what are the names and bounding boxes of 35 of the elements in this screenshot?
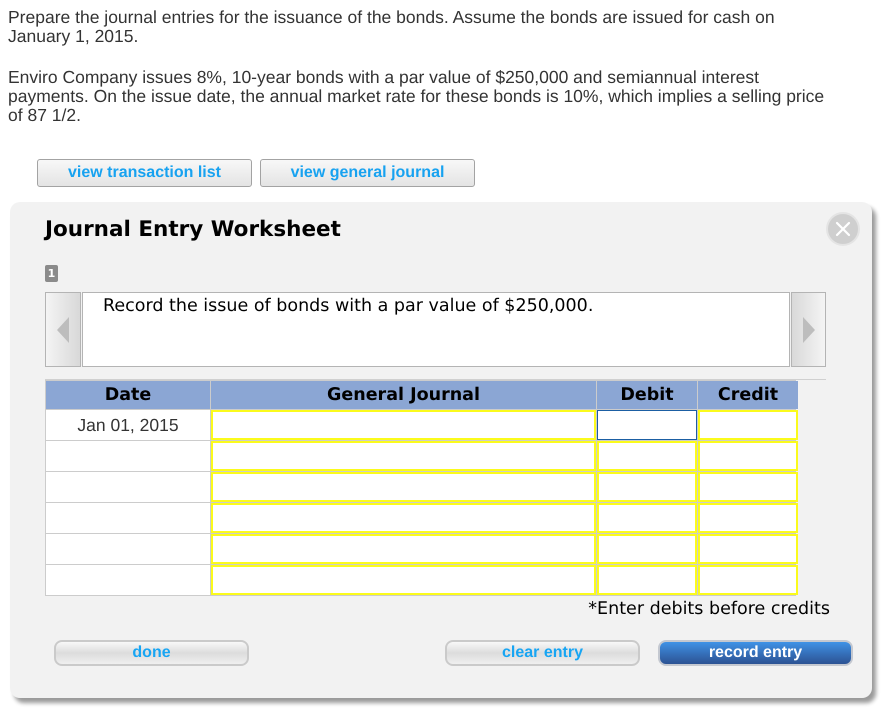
- column-header: Date: [46, 381, 210, 409]
- credit-input[interactable]: [698, 534, 798, 564]
- worksheet-title: Journal Entry Worksheet: [45, 217, 341, 243]
- account-input[interactable]: [211, 472, 596, 502]
- column-header: General Journal: [211, 381, 596, 409]
- previous-button[interactable]: [45, 292, 81, 367]
- next-button[interactable]: [791, 292, 826, 367]
- account-input[interactable]: [211, 410, 596, 440]
- close-icon: [835, 221, 851, 237]
- left-arrow-icon: [57, 316, 69, 342]
- credit-input[interactable]: [698, 565, 798, 595]
- account-input[interactable]: [211, 534, 596, 564]
- credit-input[interactable]: [698, 441, 798, 471]
- step-badge[interactable]: 1: [45, 265, 58, 282]
- column-header: Debit: [597, 381, 697, 409]
- account-input[interactable]: [211, 441, 596, 471]
- column-header: Credit: [698, 381, 798, 409]
- account-input[interactable]: [211, 503, 596, 533]
- close-button[interactable]: [826, 212, 860, 246]
- record-entry-button[interactable]: record entry: [658, 640, 853, 666]
- account-input[interactable]: [211, 565, 596, 595]
- prompt-text: Record the issue of bonds with a par value of $250,000.: [103, 296, 594, 316]
- credit-input[interactable]: [698, 472, 798, 502]
- view-button[interactable]: view general journal: [260, 159, 475, 187]
- debit-input[interactable]: [597, 410, 697, 440]
- action-button[interactable]: clear entry: [445, 640, 640, 666]
- date-cell: Jan 01, 2015: [46, 410, 210, 440]
- note-text: *Enter debits before credits: [588, 598, 830, 620]
- view-button[interactable]: view transaction list: [37, 159, 252, 187]
- action-button[interactable]: done: [54, 640, 249, 666]
- right-arrow-icon: [802, 316, 814, 342]
- credit-input[interactable]: [698, 410, 798, 440]
- credit-input[interactable]: [698, 503, 798, 533]
- instruction-text: Enviro Company issues 8%, 10-year bonds with a par value of $250,000 and semiannual interest payments. On the issue date, the annual market rate for these bonds is 10%, which implies a selling price of 87 1/2.: [8, 68, 826, 125]
- instruction-text: Prepare the journal entries for the issuance of the bonds. Assume the bonds are issued for cash on January 1, 2015.: [8, 8, 776, 46]
